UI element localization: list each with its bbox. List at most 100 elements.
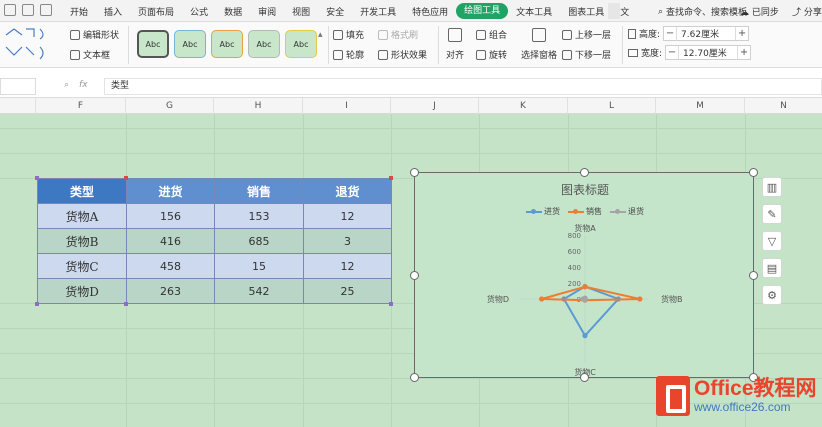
outline-button[interactable]: 轮廓 [333, 48, 364, 61]
undo-icon[interactable] [40, 4, 52, 16]
column-k[interactable]: K [479, 98, 568, 114]
tab-text-tools[interactable]: 文本工具 [508, 5, 560, 18]
tab-drawing-tools[interactable]: 绘图工具 [456, 3, 509, 19]
column-l[interactable]: L [568, 98, 656, 114]
group-button[interactable]: 组合 [476, 28, 507, 41]
width-decrement-button[interactable]: − [666, 47, 678, 58]
align-button[interactable]: 对齐 [446, 48, 464, 61]
height-decrement-button[interactable]: − [664, 28, 676, 39]
chart-resize-handle[interactable] [580, 168, 589, 177]
chart-resize-handle[interactable] [410, 168, 419, 177]
print-icon[interactable] [22, 4, 34, 16]
table-cell[interactable]: 156 [126, 203, 215, 229]
header-cell[interactable]: 类型 [37, 178, 127, 204]
shape-style-preset[interactable]: Abc [211, 30, 243, 58]
height-input[interactable]: 7.62厘米 [676, 27, 737, 40]
chart-elements-icon[interactable]: ▥ [762, 177, 782, 197]
height-stepper[interactable]: − 7.62厘米 + [663, 26, 750, 41]
table-cell[interactable]: 12 [303, 203, 392, 229]
tab-home[interactable]: 开始 [62, 5, 96, 18]
range-handle[interactable] [124, 302, 128, 306]
table-cell[interactable]: 153 [214, 203, 304, 229]
shape-style-preset[interactable]: Abc [248, 30, 280, 58]
rotate-button[interactable]: 旋转 [476, 48, 507, 61]
column-f[interactable]: F [36, 98, 126, 114]
chart-settings-gear-icon[interactable]: ⚙ [762, 285, 782, 305]
chart-resize-handle[interactable] [749, 168, 758, 177]
width-input[interactable]: 12.70厘米 [678, 46, 739, 59]
table-cell[interactable]: 3 [303, 228, 392, 254]
column-g[interactable]: G [126, 98, 214, 114]
tab-featured-apps[interactable]: 特色应用 [404, 5, 456, 18]
table-cell[interactable]: 12 [303, 253, 392, 279]
range-handle[interactable] [35, 302, 39, 306]
shape-style-preset[interactable]: Abc [137, 30, 169, 58]
table-cell[interactable]: 416 [126, 228, 215, 254]
shape-style-preset[interactable]: Abc [285, 30, 317, 58]
range-handle[interactable] [389, 176, 393, 180]
width-increment-button[interactable]: + [738, 47, 750, 58]
width-stepper[interactable]: − 12.70厘米 + [665, 45, 752, 60]
range-handle[interactable] [35, 176, 39, 180]
column-j[interactable]: J [391, 98, 479, 114]
fill-button[interactable]: 填充 [333, 28, 364, 41]
tab-formulas[interactable]: 公式 [182, 5, 216, 18]
chart-filter-icon[interactable]: ▽ [762, 231, 782, 251]
range-handle[interactable] [389, 302, 393, 306]
chart-resize-handle[interactable] [410, 271, 419, 280]
table-cell[interactable]: 685 [214, 228, 304, 254]
tab-insert[interactable]: 插入 [96, 5, 130, 18]
bring-forward-button[interactable]: 上移一层 [562, 28, 611, 41]
shape-effects-button[interactable]: 形状效果 [378, 48, 427, 61]
tab-security[interactable]: 安全 [318, 5, 352, 18]
selection-pane-button[interactable]: 选择窗格 [521, 48, 557, 61]
preset-scroll-button[interactable]: ▴ [318, 30, 323, 40]
chart-resize-handle[interactable] [580, 373, 589, 382]
format-painter-button[interactable]: 格式刷 [378, 28, 418, 41]
column-i[interactable]: I [303, 98, 391, 114]
text-box-button[interactable]: 文本框 [70, 48, 110, 61]
tab-page-layout[interactable]: 页面布局 [130, 5, 182, 18]
header-cell[interactable]: 退货 [303, 178, 392, 204]
tab-view[interactable]: 视图 [284, 5, 318, 18]
menu-scroll-button[interactable] [608, 3, 620, 19]
chart-resize-handle[interactable] [410, 373, 419, 382]
share-button[interactable]: ⤴ 分享 [792, 5, 822, 18]
radar-chart[interactable]: 图表标题 进货 销售 退货 0200400600800货物A货物B货物C货物D [410, 168, 758, 382]
tab-review[interactable]: 审阅 [250, 5, 284, 18]
shape-style-preset[interactable]: Abc [174, 30, 206, 58]
header-cell[interactable]: 进货 [126, 178, 215, 204]
shape-gallery-icon[interactable] [4, 25, 56, 65]
table-cell[interactable]: 263 [126, 278, 215, 304]
column-h[interactable]: H [214, 98, 303, 114]
table-cell[interactable]: 货物D [37, 278, 127, 304]
edit-shape-button[interactable]: 编辑形状 [70, 28, 119, 41]
name-box[interactable] [0, 78, 36, 95]
table-cell[interactable]: 542 [214, 278, 304, 304]
table-cell[interactable]: 货物B [37, 228, 127, 254]
header-cell[interactable]: 销售 [214, 178, 304, 204]
chart-type-icon[interactable]: ▤ [762, 258, 782, 278]
fx-icon[interactable]: fx [79, 80, 88, 90]
height-increment-button[interactable]: + [736, 28, 748, 39]
chart-style-brush-icon[interactable]: ✎ [762, 204, 782, 224]
table-cell[interactable]: 15 [214, 253, 304, 279]
range-handle[interactable] [124, 176, 128, 180]
formula-input[interactable]: 类型 [104, 78, 822, 95]
row-header-corner[interactable] [0, 98, 36, 114]
column-n[interactable]: N [745, 98, 822, 114]
table-cell[interactable]: 货物A [37, 203, 127, 229]
tab-data[interactable]: 数据 [216, 5, 250, 18]
sync-status[interactable]: ☁ 已同步 [740, 5, 779, 18]
chart-resize-handle[interactable] [749, 271, 758, 280]
table-cell[interactable]: 458 [126, 253, 215, 279]
command-search[interactable]: ⌕ 查找命令、搜索模板 [658, 5, 747, 19]
tab-developer[interactable]: 开发工具 [352, 5, 404, 18]
tab-chart-tools[interactable]: 图表工具 [560, 5, 612, 18]
zoom-search-icon[interactable]: ⌕ [64, 80, 69, 90]
table-cell[interactable]: 货物C [37, 253, 127, 279]
table-cell[interactable]: 25 [303, 278, 392, 304]
save-icon[interactable] [4, 4, 16, 16]
send-backward-button[interactable]: 下移一层 [562, 48, 611, 61]
column-m[interactable]: M [656, 98, 745, 114]
